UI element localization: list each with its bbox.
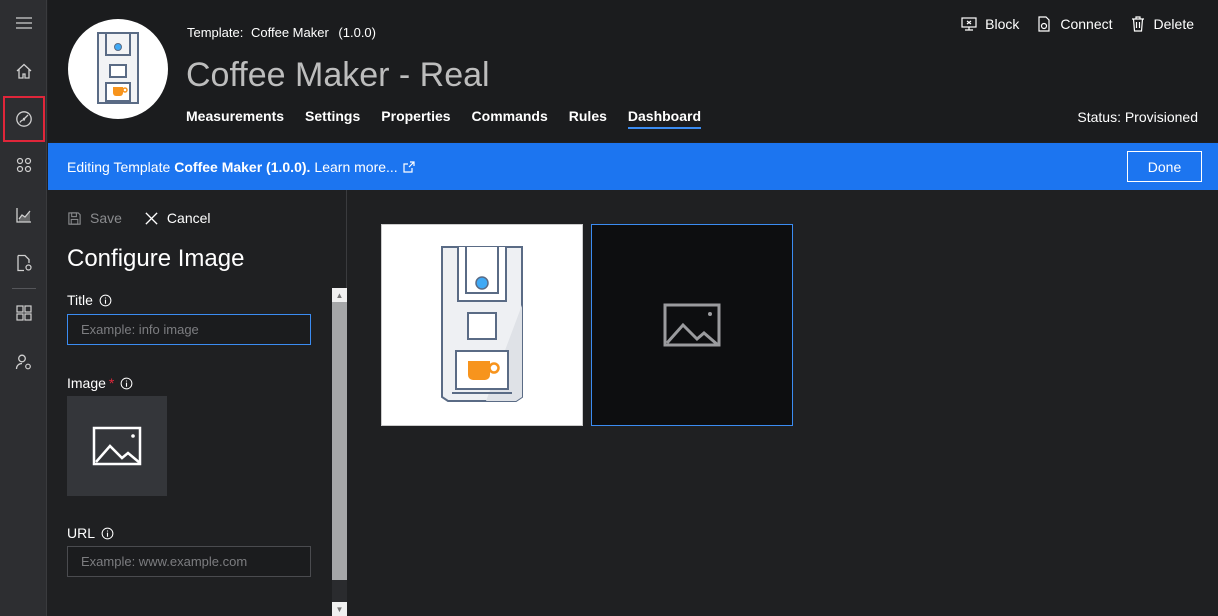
image-placeholder-icon <box>92 426 142 466</box>
info-icon[interactable] <box>101 527 114 540</box>
dashboard-tiles-icon <box>16 305 32 321</box>
template-version: (1.0.0) <box>338 25 376 40</box>
title-label-text: Title <box>67 292 93 308</box>
template-label: Template: <box>187 25 244 40</box>
scroll-down-arrow-icon[interactable]: ▼ <box>332 602 347 616</box>
device-templates-nav-button[interactable] <box>3 96 45 142</box>
save-button[interactable]: Save <box>67 210 122 226</box>
connect-button[interactable]: Connect <box>1035 15 1113 33</box>
banner-template-name: Coffee Maker (1.0.0). <box>174 158 311 175</box>
dashboards-nav-button[interactable] <box>4 293 44 333</box>
editing-template-banner: Editing Template Coffee Maker (1.0.0). L… <box>48 143 1218 190</box>
tab-rules[interactable]: Rules <box>569 108 607 129</box>
url-field-label: URL <box>67 525 114 541</box>
home-nav-button[interactable] <box>4 51 44 91</box>
learn-more-link[interactable]: Learn more... <box>314 159 397 175</box>
coffee-maker-image <box>97 32 139 104</box>
block-icon <box>961 17 977 31</box>
required-marker: * <box>108 375 115 391</box>
tab-properties[interactable]: Properties <box>381 108 450 129</box>
banner-message: Editing Template Coffee Maker (1.0.0). L… <box>67 159 416 175</box>
page-title: Coffee Maker - Real <box>186 56 490 94</box>
menu-button[interactable] <box>4 3 44 43</box>
user-settings-icon <box>15 354 31 370</box>
url-label-text: URL <box>67 525 96 541</box>
save-icon <box>68 211 81 225</box>
done-button[interactable]: Done <box>1127 151 1202 182</box>
close-icon <box>145 211 158 225</box>
connect-label: Connect <box>1060 16 1113 32</box>
header-actions: Block Connect Delete <box>960 15 1194 33</box>
image-field-label: Image * <box>67 375 133 391</box>
tab-dashboard[interactable]: Dashboard <box>627 108 702 129</box>
device-avatar <box>68 19 168 119</box>
hamburger-menu-icon <box>16 17 32 29</box>
device-status: Status: Provisioned <box>1077 109 1198 125</box>
image-tile-placeholder[interactable] <box>591 224 793 426</box>
scroll-up-arrow-icon[interactable]: ▲ <box>332 288 347 302</box>
panel-title: Configure Image <box>67 245 245 272</box>
image-placeholder-icon <box>663 303 721 347</box>
cancel-label: Cancel <box>166 210 211 226</box>
devices-grid-icon <box>16 157 32 173</box>
image-label-text: Image <box>67 375 106 391</box>
devices-nav-button[interactable] <box>4 145 44 185</box>
template-name: Coffee Maker <box>251 25 329 40</box>
banner-prefix: Editing Template <box>67 158 171 175</box>
external-link-icon[interactable] <box>402 160 416 174</box>
template-info: Template: Coffee Maker (1.0.0) <box>187 25 376 40</box>
document-gear-icon <box>17 254 32 272</box>
url-input[interactable] <box>67 546 311 577</box>
dashboard-canvas <box>348 190 1218 616</box>
connect-icon <box>1038 16 1050 32</box>
gauge-icon <box>16 111 32 127</box>
save-label: Save <box>90 210 122 226</box>
tab-settings[interactable]: Settings <box>305 108 360 129</box>
coffee-maker-image-tile[interactable] <box>381 224 583 426</box>
analytics-chart-icon <box>16 208 31 223</box>
cancel-button[interactable]: Cancel <box>144 210 211 226</box>
title-input[interactable] <box>67 314 311 345</box>
tab-commands[interactable]: Commands <box>472 108 548 129</box>
jobs-nav-button[interactable] <box>4 243 44 283</box>
scroll-thumb[interactable] <box>332 302 347 580</box>
administration-nav-button[interactable] <box>4 342 44 382</box>
image-picker[interactable] <box>67 396 167 496</box>
configure-image-panel: Save Cancel Configure Image Title Image … <box>48 190 347 616</box>
info-icon[interactable] <box>120 377 133 390</box>
delete-button[interactable]: Delete <box>1129 15 1194 33</box>
nav-divider <box>12 288 36 289</box>
left-nav-rail <box>0 0 47 616</box>
title-field-label: Title <box>67 292 112 308</box>
home-icon <box>16 63 32 79</box>
device-header: Template: Coffee Maker (1.0.0) Coffee Ma… <box>48 0 1218 142</box>
device-tabs: Measurements Settings Properties Command… <box>186 108 702 129</box>
analytics-nav-button[interactable] <box>4 195 44 235</box>
delete-label: Delete <box>1153 16 1194 32</box>
trash-icon <box>1131 16 1144 32</box>
block-button[interactable]: Block <box>960 15 1019 33</box>
block-label: Block <box>985 16 1020 32</box>
tab-measurements[interactable]: Measurements <box>186 108 284 129</box>
coffee-maker-image <box>441 246 523 402</box>
info-icon[interactable] <box>99 294 112 307</box>
panel-scrollbar[interactable]: ▲ ▼ <box>332 288 347 616</box>
panel-toolbar: Save Cancel <box>67 210 211 226</box>
